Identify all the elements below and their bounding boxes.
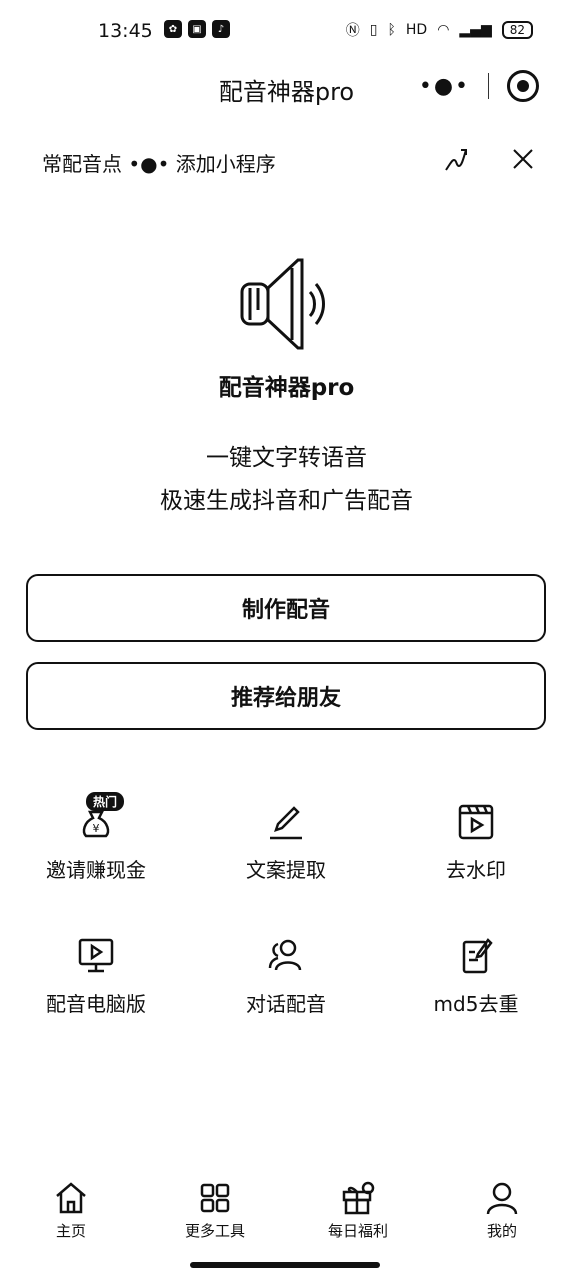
monitor-icon	[76, 936, 116, 976]
feature-label: 去水印	[446, 858, 506, 882]
document-edit-icon	[456, 936, 496, 976]
home-indicator[interactable]	[190, 1262, 380, 1268]
make-dubbing-button[interactable]: 制作配音	[26, 574, 546, 642]
svg-text:¥: ¥	[93, 822, 100, 835]
feature-md5-dedupe[interactable]: md5去重	[386, 936, 566, 1017]
signal-5g-icon: ▂▄▆	[459, 22, 492, 38]
recommend-to-friend-button[interactable]: 推荐给朋友	[26, 662, 546, 730]
money-bag-icon: ¥ 热门	[76, 792, 125, 842]
feature-remove-watermark[interactable]: 去水印	[386, 802, 566, 883]
app-badge-icon: ▣	[188, 20, 206, 38]
tab-me[interactable]: 我的	[447, 1180, 557, 1241]
mini-program-capsule: •●•	[419, 70, 539, 102]
wifi-icon: ◠	[437, 22, 450, 38]
feature-label: 配音电脑版	[46, 992, 146, 1016]
status-bar: 13:45 ✿ ▣ ♪ Ⓝ ▯ ᛒ HD ◠ ▂▄▆ 82	[0, 0, 573, 64]
status-right-icons: Ⓝ ▯ ᛒ HD ◠ ▂▄▆ 82	[346, 20, 533, 40]
slogan-line-2: 极速生成抖音和广告配音	[160, 488, 413, 514]
hot-badge: 热门	[86, 792, 125, 811]
status-time: 13:45	[98, 20, 153, 42]
feature-dialogue-dubbing[interactable]: 对话配音	[196, 936, 376, 1017]
tab-daily-benefits[interactable]: 每日福利	[303, 1180, 413, 1241]
close-mini-program-icon[interactable]	[507, 70, 539, 102]
vibrate-icon: ▯	[369, 22, 378, 38]
pen-icon	[266, 802, 306, 842]
tab-label: 每日福利	[327, 1222, 388, 1240]
add-mini-program-tip: 常配音点 •●• 添加小程序	[42, 140, 542, 184]
feature-invite-cash[interactable]: ¥ 热门 邀请赚现金	[6, 792, 186, 883]
pin-arrow-icon[interactable]	[442, 146, 470, 174]
feature-label: 对话配音	[246, 992, 326, 1016]
tab-label: 更多工具	[184, 1222, 245, 1240]
tab-label: 我的	[486, 1222, 517, 1240]
speaker-logo-icon	[240, 258, 325, 350]
mini-program-navbar: 配音神器pro •●•	[0, 64, 573, 112]
bottom-tab-bar: 主页 更多工具 每日福利 我的	[0, 1180, 573, 1250]
pinwheel-icon: ✿	[164, 20, 182, 38]
hd-icon: HD	[405, 22, 428, 38]
status-left-icons: ✿ ▣ ♪	[164, 20, 230, 38]
close-icon[interactable]	[510, 146, 536, 172]
nfc-icon: Ⓝ	[345, 23, 360, 39]
battery-indicator: 82	[501, 21, 533, 39]
home-icon	[56, 1182, 86, 1214]
feature-label: 文案提取	[246, 858, 326, 882]
user-icon	[486, 1182, 518, 1215]
feature-label: 邀请赚现金	[46, 858, 146, 882]
grid-icon	[200, 1183, 230, 1213]
tab-more-tools[interactable]: 更多工具	[160, 1180, 270, 1241]
feature-desktop-version[interactable]: 配音电脑版	[6, 936, 186, 1017]
bluetooth-icon: ᛒ	[387, 22, 396, 38]
tip-text: 常配音点 •●• 添加小程序	[42, 152, 276, 176]
tiktok-icon: ♪	[212, 20, 230, 38]
gift-icon	[342, 1181, 375, 1215]
users-icon	[266, 936, 306, 976]
more-menu-button[interactable]: •●•	[419, 74, 470, 99]
slogan-line-1: 一键文字转语音	[206, 445, 367, 471]
app-name: 配音神器pro	[218, 375, 355, 401]
tab-home[interactable]: 主页	[16, 1180, 126, 1241]
feature-label: md5去重	[433, 992, 519, 1016]
capsule-divider	[488, 73, 489, 99]
video-icon	[456, 802, 496, 842]
tab-label: 主页	[55, 1222, 86, 1240]
feature-copy-extract[interactable]: 文案提取	[196, 802, 376, 883]
